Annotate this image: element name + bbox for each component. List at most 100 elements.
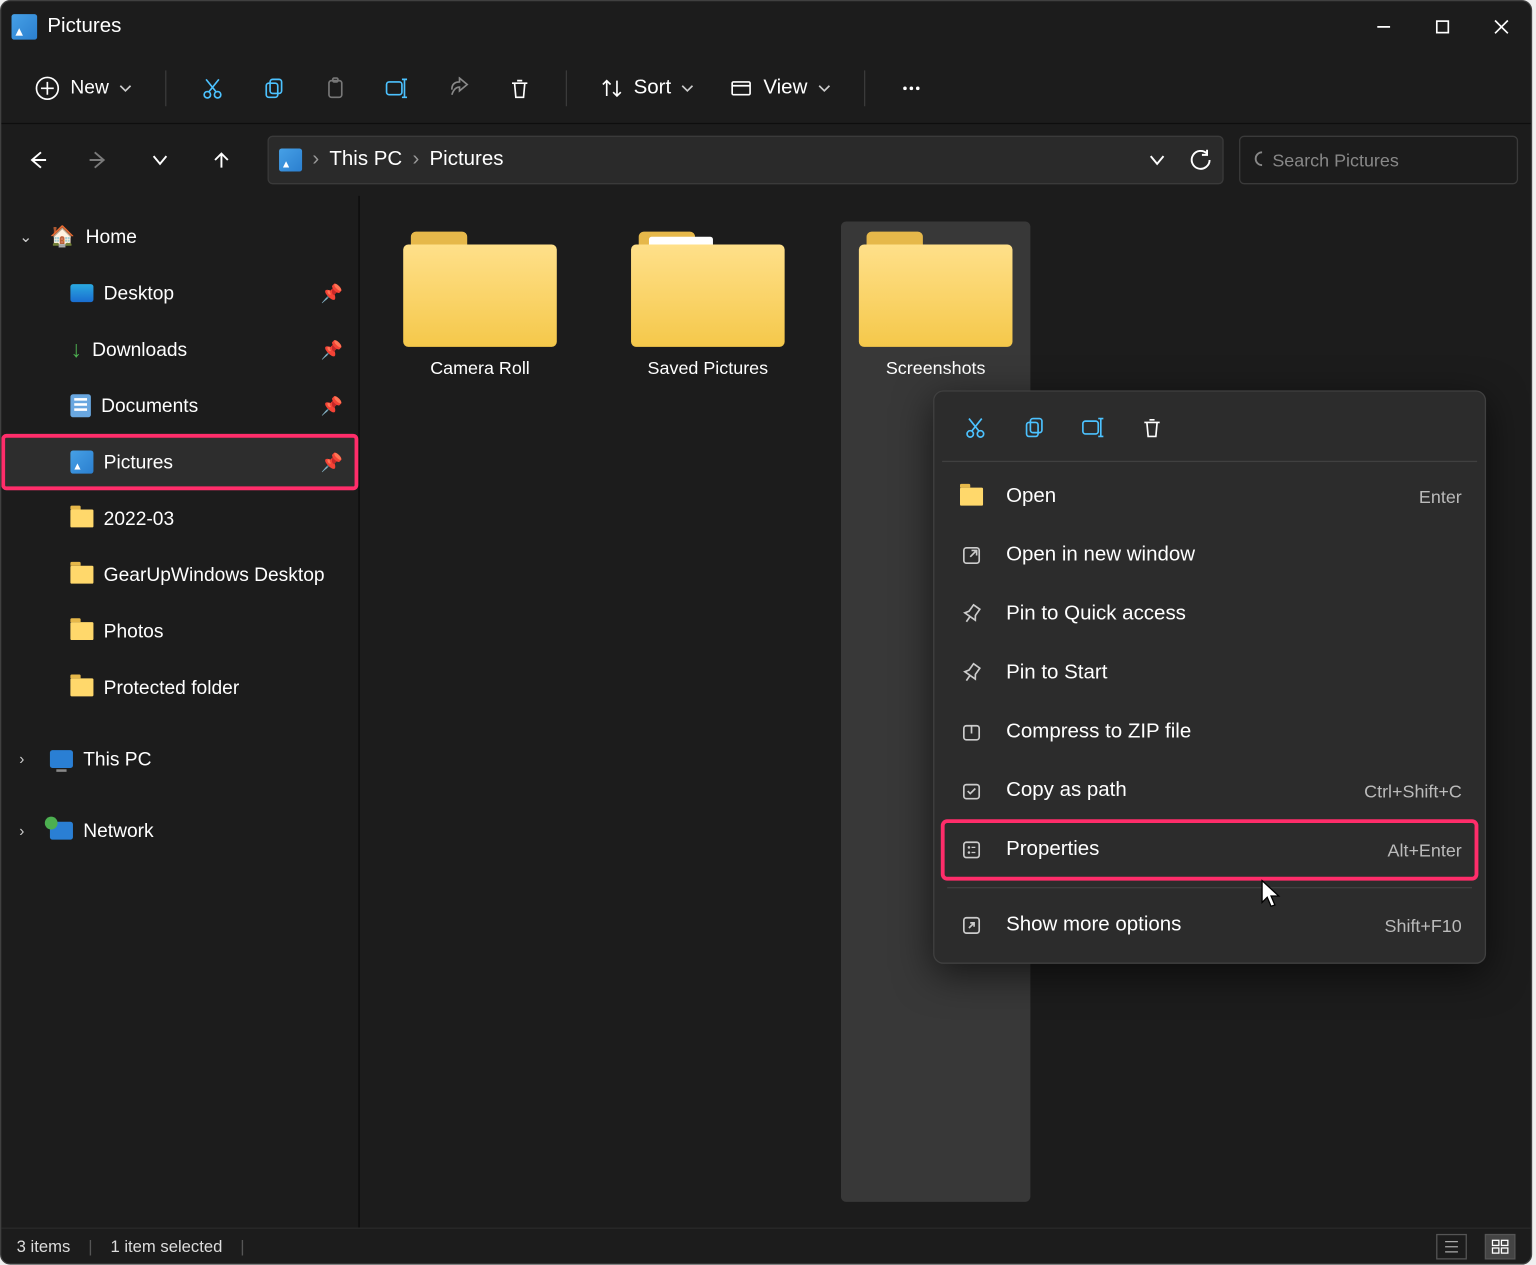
pin-icon[interactable]: 📌 bbox=[321, 282, 343, 304]
separator: | bbox=[240, 1236, 244, 1255]
new-label: New bbox=[70, 77, 108, 99]
sidebar-item-folder[interactable]: GearUpWindows Desktop bbox=[1, 547, 358, 603]
copy-button[interactable] bbox=[248, 65, 299, 111]
desktop-icon bbox=[70, 284, 93, 302]
delete-button[interactable] bbox=[494, 65, 545, 111]
folder-icon bbox=[403, 232, 557, 347]
sidebar-item-folder[interactable]: Photos bbox=[1, 603, 358, 659]
refresh-icon[interactable] bbox=[1189, 148, 1212, 171]
menu-copy-path[interactable]: Copy as path Ctrl+Shift+C bbox=[942, 762, 1477, 821]
sidebar-item-folder[interactable]: Protected folder bbox=[1, 659, 358, 715]
sort-button[interactable]: Sort bbox=[588, 68, 707, 106]
sidebar-label: Desktop bbox=[104, 282, 174, 304]
chevron-right-icon: › bbox=[312, 148, 319, 171]
pictures-icon bbox=[70, 451, 93, 474]
window-title: Pictures bbox=[47, 15, 121, 38]
cut-button[interactable] bbox=[187, 65, 238, 111]
pin-icon[interactable]: 📌 bbox=[321, 339, 343, 361]
view-button[interactable]: View bbox=[717, 68, 843, 106]
folder-label: Saved Pictures bbox=[648, 357, 769, 377]
sidebar-label: Network bbox=[83, 820, 153, 842]
pin-icon bbox=[957, 603, 985, 626]
chevron-down-icon bbox=[681, 81, 694, 94]
more-options-icon bbox=[957, 914, 985, 937]
menu-compress-zip[interactable]: Compress to ZIP file bbox=[942, 703, 1477, 762]
pc-icon bbox=[50, 750, 73, 768]
menu-pin-quick-access[interactable]: Pin to Quick access bbox=[942, 585, 1477, 644]
cut-button[interactable] bbox=[950, 404, 1001, 450]
download-icon: ↓ bbox=[70, 336, 82, 363]
chevron-down-icon[interactable]: ⌄ bbox=[19, 228, 32, 246]
item-count: 3 items bbox=[17, 1236, 71, 1255]
copy-button[interactable] bbox=[1009, 404, 1060, 450]
sidebar-item-documents[interactable]: Documents 📌 bbox=[1, 378, 358, 434]
selected-count: 1 item selected bbox=[110, 1236, 222, 1255]
sidebar-item-network[interactable]: › Network bbox=[1, 803, 358, 859]
shortcut: Enter bbox=[1419, 486, 1462, 506]
thumbnails-view-button[interactable] bbox=[1485, 1233, 1516, 1259]
menu-open[interactable]: Open Enter bbox=[942, 467, 1477, 526]
details-view-button[interactable] bbox=[1436, 1233, 1467, 1259]
chevron-right-icon[interactable]: › bbox=[19, 750, 24, 768]
folder-icon bbox=[70, 622, 93, 640]
status-bar: 3 items | 1 item selected | bbox=[1, 1228, 1531, 1264]
document-icon bbox=[70, 394, 90, 417]
share-button[interactable] bbox=[433, 65, 484, 111]
menu-show-more-options[interactable]: Show more options Shift+F10 bbox=[942, 896, 1477, 955]
shortcut: Shift+F10 bbox=[1385, 915, 1462, 935]
sidebar-item-desktop[interactable]: Desktop 📌 bbox=[1, 265, 358, 321]
separator bbox=[864, 70, 865, 106]
breadcrumb-current[interactable]: Pictures bbox=[430, 148, 504, 171]
titlebar: Pictures bbox=[1, 1, 1531, 52]
sort-label: Sort bbox=[634, 76, 672, 99]
up-button[interactable] bbox=[198, 137, 244, 183]
delete-button[interactable] bbox=[1126, 404, 1177, 450]
chevron-right-icon[interactable]: › bbox=[19, 822, 24, 840]
folder-icon bbox=[70, 509, 93, 527]
folder-item[interactable]: Saved Pictures bbox=[613, 221, 802, 1201]
breadcrumb-root[interactable]: This PC bbox=[329, 148, 402, 171]
paste-button[interactable] bbox=[310, 65, 361, 111]
recent-button[interactable] bbox=[137, 137, 183, 183]
forward-button[interactable] bbox=[76, 137, 122, 183]
menu-open-new-window[interactable]: Open in new window bbox=[942, 526, 1477, 585]
more-button[interactable] bbox=[885, 65, 936, 111]
sidebar-label: Documents bbox=[101, 395, 198, 417]
menu-properties[interactable]: Properties Alt+Enter bbox=[942, 820, 1477, 879]
pin-icon[interactable]: 📌 bbox=[321, 451, 343, 473]
sort-icon bbox=[600, 76, 623, 99]
separator: | bbox=[88, 1236, 92, 1255]
sidebar-item-home[interactable]: ⌄ 🏠 Home bbox=[1, 209, 358, 265]
menu-label: Show more options bbox=[1006, 914, 1181, 937]
pin-icon[interactable]: 📌 bbox=[321, 395, 343, 417]
sidebar-item-pictures[interactable]: Pictures 📌 bbox=[1, 434, 358, 490]
sidebar-item-this-pc[interactable]: › This PC bbox=[1, 731, 358, 787]
minimize-button[interactable] bbox=[1354, 1, 1413, 52]
search-icon bbox=[1253, 150, 1262, 170]
rename-button[interactable] bbox=[371, 65, 422, 111]
folder-item[interactable]: Camera Roll bbox=[385, 221, 574, 1201]
shortcut: Alt+Enter bbox=[1388, 840, 1462, 860]
sidebar-label: Photos bbox=[104, 620, 164, 642]
new-button[interactable]: New bbox=[22, 67, 145, 108]
folder-icon bbox=[859, 232, 1013, 347]
menu-label: Open in new window bbox=[1006, 544, 1195, 567]
chevron-down-icon[interactable] bbox=[1148, 151, 1166, 169]
close-button[interactable] bbox=[1472, 1, 1531, 52]
sidebar-label: Home bbox=[86, 226, 137, 248]
sidebar-item-downloads[interactable]: ↓ Downloads 📌 bbox=[1, 321, 358, 377]
folder-icon bbox=[70, 678, 93, 696]
folder-icon bbox=[70, 566, 93, 584]
search-box[interactable] bbox=[1239, 136, 1518, 185]
maximize-button[interactable] bbox=[1413, 1, 1472, 52]
copy-path-icon bbox=[957, 780, 985, 803]
menu-pin-start[interactable]: Pin to Start bbox=[942, 644, 1477, 703]
pictures-icon bbox=[279, 148, 302, 171]
address-bar[interactable]: › This PC › Pictures bbox=[268, 136, 1224, 185]
sidebar-item-folder[interactable]: 2022-03 bbox=[1, 490, 358, 546]
search-input[interactable] bbox=[1272, 150, 1504, 170]
sidebar-label: Pictures bbox=[104, 451, 173, 473]
rename-button[interactable] bbox=[1068, 404, 1119, 450]
pin-icon bbox=[957, 662, 985, 685]
back-button[interactable] bbox=[14, 137, 60, 183]
